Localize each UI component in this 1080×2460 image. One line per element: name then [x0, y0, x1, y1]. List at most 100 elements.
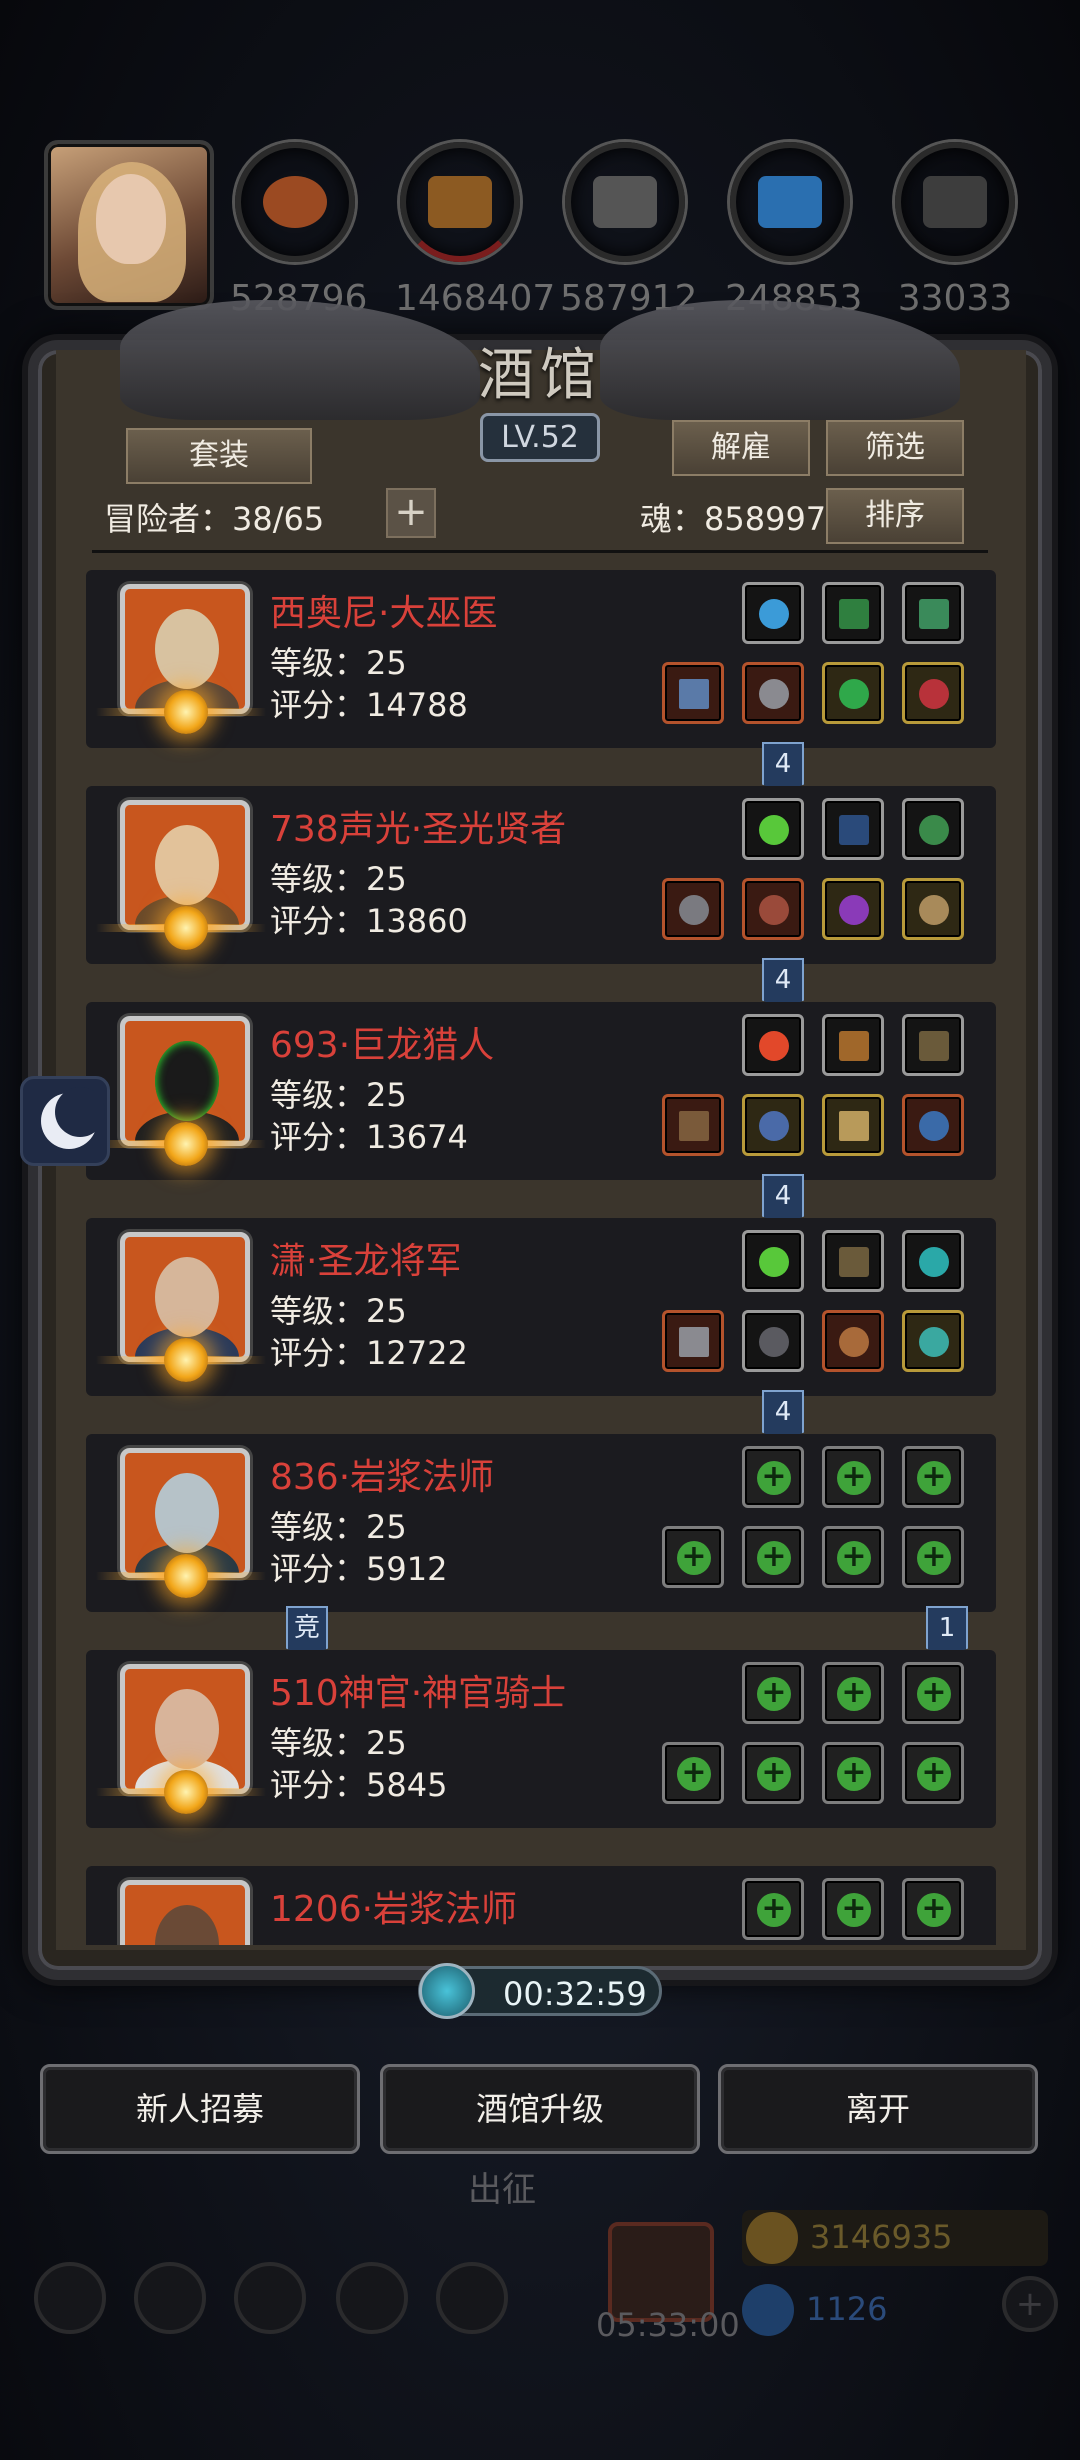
- hero-name: 738声光·圣光贤者: [270, 809, 567, 850]
- empty-slot-add-icon[interactable]: +: [822, 1742, 884, 1804]
- gauntlet-equipment-icon[interactable]: [742, 878, 804, 940]
- moon-shadow: [55, 1087, 105, 1137]
- empty-slot-add-icon[interactable]: +: [822, 1526, 884, 1588]
- resource-meat[interactable]: 528796: [230, 142, 367, 319]
- scroll-equipment-icon[interactable]: [822, 1014, 884, 1076]
- adventurer-count: 冒险者：38/65: [104, 500, 325, 538]
- claw-equipment-icon[interactable]: [902, 1094, 964, 1156]
- resource-crystal[interactable]: 248853: [725, 142, 862, 319]
- mail-icon[interactable]: [336, 2262, 408, 2334]
- crystal-equipment-icon[interactable]: [742, 1230, 804, 1292]
- soul-count: 魂：858997: [640, 500, 827, 538]
- resource-wood[interactable]: 1468407: [395, 142, 555, 319]
- hammer-equipment-icon[interactable]: [902, 582, 964, 644]
- hero-level: 等级：25: [270, 1292, 407, 1330]
- empty-slot-add-icon[interactable]: +: [662, 1742, 724, 1804]
- eye-equipment-icon[interactable]: [822, 878, 884, 940]
- gem-amount: 1126: [806, 2290, 888, 2328]
- bow-equipment-icon[interactable]: [822, 798, 884, 860]
- ring-equipment-icon[interactable]: [822, 662, 884, 724]
- suit-button[interactable]: 套装: [126, 428, 312, 484]
- recruit-button[interactable]: 新人招募: [40, 2064, 360, 2154]
- hero-card[interactable]: 738声光·圣光贤者 等级：25 评分：13860: [86, 786, 996, 964]
- clock-icon: [419, 1963, 475, 2019]
- hero-score: 评分：13860: [270, 902, 468, 940]
- hero-card[interactable]: 潇·圣龙将军 等级：25 评分：12722: [86, 1218, 996, 1396]
- rank-medal-icon: [164, 1338, 208, 1382]
- empty-slot-add-icon[interactable]: +: [742, 1446, 804, 1508]
- blade-equipment-icon[interactable]: [662, 1310, 724, 1372]
- empty-slot-add-icon[interactable]: +: [902, 1662, 964, 1724]
- empty-slot-add-icon[interactable]: +: [902, 1446, 964, 1508]
- hero-head: [155, 1041, 219, 1121]
- empty-slot-add-icon[interactable]: +: [902, 1742, 964, 1804]
- sort-button[interactable]: 排序: [826, 488, 964, 544]
- upgrade-tavern-button[interactable]: 酒馆升级: [380, 2064, 700, 2154]
- empty-slot-add-icon[interactable]: +: [742, 1662, 804, 1724]
- meat-icon: [235, 142, 355, 262]
- plate-armor-equipment-icon[interactable]: [742, 1310, 804, 1372]
- night-mode-button[interactable]: [20, 1076, 110, 1166]
- hero-card[interactable]: 693·巨龙猎人 等级：25 评分：13674: [86, 1002, 996, 1180]
- guild-icon[interactable]: [436, 2262, 508, 2334]
- hero-card[interactable]: 836·岩浆法师 等级：25 评分：5912 + + + + + + +: [86, 1434, 996, 1612]
- crystal-equipment-icon[interactable]: [742, 798, 804, 860]
- gun-equipment-icon[interactable]: [822, 1230, 884, 1292]
- hero-head: [155, 1905, 219, 1945]
- player-avatar[interactable]: [44, 140, 214, 310]
- lantern-equipment-icon[interactable]: [902, 798, 964, 860]
- fire-orb-equipment-icon[interactable]: [742, 1014, 804, 1076]
- orb-equipment-icon[interactable]: [742, 582, 804, 644]
- rank-medal-icon: [164, 1122, 208, 1166]
- leave-button[interactable]: 离开: [718, 2064, 1038, 2154]
- spear-equipment-icon[interactable]: [822, 1094, 884, 1156]
- arena-tag: 竞: [286, 1606, 328, 1656]
- gem-icon: [742, 2284, 794, 2336]
- tavern-level: LV.52: [480, 413, 600, 462]
- hero-head: [155, 1689, 219, 1769]
- resource-value: 33033: [897, 278, 1013, 319]
- empty-slot-add-icon[interactable]: +: [902, 1526, 964, 1588]
- hero-card[interactable]: 510神官·神官骑士 等级：25 评分：5845 + + + + + + +: [86, 1650, 996, 1828]
- gem-equipment-icon[interactable]: [902, 1230, 964, 1292]
- add-gem-icon[interactable]: +: [1002, 2276, 1058, 2332]
- empty-slot-add-icon[interactable]: +: [662, 1526, 724, 1588]
- chest-armor-equipment-icon[interactable]: [742, 1094, 804, 1156]
- filter-button[interactable]: 筛选: [826, 420, 964, 476]
- resource-iron[interactable]: 587912: [560, 142, 697, 319]
- resource-ore[interactable]: 33033: [890, 142, 1020, 319]
- empty-slot-add-icon[interactable]: +: [902, 1878, 964, 1940]
- empty-slot-add-icon[interactable]: +: [822, 1662, 884, 1724]
- armor-equipment-icon[interactable]: [742, 662, 804, 724]
- settings-gear-icon[interactable]: [34, 2262, 106, 2334]
- dismiss-button[interactable]: 解雇: [672, 420, 810, 476]
- empty-slot-add-icon[interactable]: +: [822, 1446, 884, 1508]
- crossbow-equipment-icon[interactable]: [902, 1014, 964, 1076]
- mace-equipment-icon[interactable]: [662, 878, 724, 940]
- shield-equipment-icon[interactable]: [822, 1310, 884, 1372]
- door-icon[interactable]: [234, 2262, 306, 2334]
- expedition-label: 出征: [468, 2170, 536, 2210]
- gold-coin-icon: [746, 2212, 798, 2264]
- empty-slot-add-icon[interactable]: +: [742, 1878, 804, 1940]
- amulet-equipment-icon[interactable]: [902, 662, 964, 724]
- timer-text: 00:32:59: [503, 1975, 647, 2013]
- hero-score: 评分：13674: [270, 1118, 468, 1156]
- hero-card[interactable]: 1206·岩浆法师 + + +: [86, 1866, 996, 1945]
- empty-slot-add-icon[interactable]: +: [822, 1878, 884, 1940]
- empty-slot-add-icon[interactable]: +: [742, 1742, 804, 1804]
- hero-score: 评分：14788: [270, 686, 468, 724]
- empty-slot-add-icon[interactable]: +: [742, 1526, 804, 1588]
- bracelet-equipment-icon[interactable]: [902, 1310, 964, 1372]
- star-icon[interactable]: [134, 2262, 206, 2334]
- expand-capacity-button[interactable]: +: [386, 488, 436, 538]
- hero-list[interactable]: 西奥尼·大巫医 等级：25 评分：14788 4 738声光·圣光贤者 等级：2…: [86, 560, 1006, 1945]
- hero-card[interactable]: 西奥尼·大巫医 等级：25 评分：14788: [86, 570, 996, 748]
- rifle-equipment-icon[interactable]: [662, 1094, 724, 1156]
- avatar-face: [96, 174, 166, 264]
- sword-equipment-icon[interactable]: [662, 662, 724, 724]
- mask-equipment-icon[interactable]: [902, 878, 964, 940]
- staff-equipment-icon[interactable]: [822, 582, 884, 644]
- hero-level: 等级：25: [270, 1508, 407, 1546]
- tavern-title: 酒馆: [478, 343, 602, 408]
